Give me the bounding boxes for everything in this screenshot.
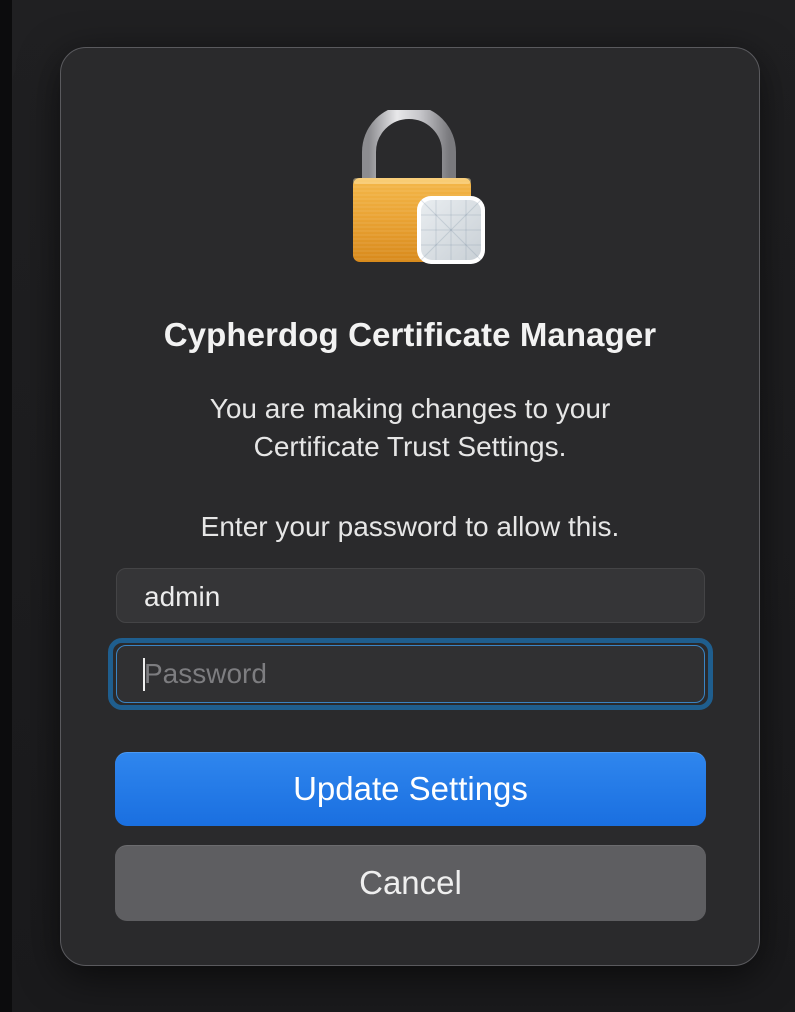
window-edge — [0, 0, 12, 1012]
password-placeholder: Password — [144, 658, 267, 689]
lock-icon — [351, 105, 491, 270]
password-prompt: Enter your password to allow this. — [200, 511, 620, 542]
dialog-message: You are making changes to your Certifica… — [101, 390, 719, 466]
dialog-title: Cypherdog Certificate Manager — [163, 316, 657, 353]
cancel-button[interactable]: Cancel — [115, 845, 706, 921]
message-line: Certificate Trust Settings. — [253, 431, 567, 462]
auth-dialog: Cypherdog Certificate Manager You are ma… — [60, 47, 760, 966]
text-caret — [143, 658, 145, 691]
update-settings-button[interactable]: Update Settings — [115, 752, 706, 826]
message-line: You are making changes to your — [209, 393, 611, 424]
username-field[interactable]: admin — [116, 568, 705, 623]
